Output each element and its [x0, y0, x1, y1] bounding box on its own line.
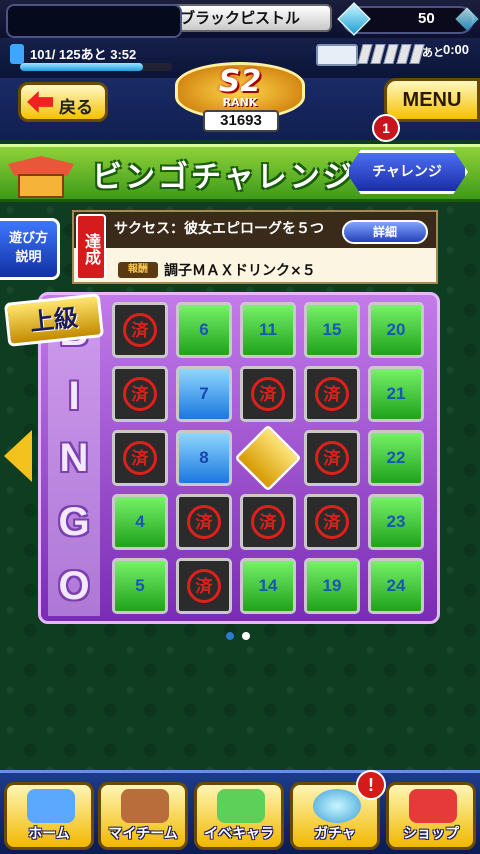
bingo-letter-n: N [59, 436, 89, 480]
completed-stamp-icon: 済 [251, 505, 285, 539]
stamina-bar [20, 63, 172, 71]
bingo-cell-completed[interactable]: 済 [112, 430, 168, 486]
page-dot-active [242, 632, 250, 640]
howto-label-2: 説明 [15, 250, 42, 265]
bingo-cell[interactable]: 7 [176, 366, 232, 422]
bingo-cell-completed[interactable]: 済 [304, 494, 360, 550]
notification-badge: 1 [372, 114, 400, 142]
completed-stamp-icon: 済 [123, 313, 157, 347]
completed-stamp-icon: 済 [187, 505, 221, 539]
reward-tag: 報酬 [118, 262, 158, 278]
stamina-display [6, 4, 182, 38]
bingo-cell[interactable]: 5 [112, 558, 168, 614]
nav-event[interactable]: イベキャラ [194, 782, 284, 850]
bingo-cell-completed[interactable]: 済 [304, 366, 360, 422]
shop-icon [409, 789, 457, 823]
home-icon [27, 789, 75, 823]
completed-stamp-icon: 済 [315, 441, 349, 475]
nav-event-label: イベキャラ [204, 826, 274, 842]
gem-value: 50 [418, 10, 435, 27]
ticket-icon [316, 44, 358, 66]
bingo-cell-completed[interactable]: 済 [304, 430, 360, 486]
achieved-badge: 達成 [76, 214, 106, 280]
shrine-roof [8, 156, 74, 176]
shrine-icon [8, 150, 74, 198]
bingo-cell-completed[interactable]: 済 [176, 558, 232, 614]
bingo-cell-completed[interactable]: 済 [176, 494, 232, 550]
nav-shop-label: ショップ [403, 826, 459, 842]
mission-text: サクセス：彼女エピローグを５つ [114, 221, 324, 237]
bingo-cell[interactable]: 14 [240, 558, 296, 614]
rank-badge[interactable]: S2 RANK 31693 [175, 48, 305, 138]
bingo-cell[interactable]: 23 [368, 494, 424, 550]
page-title: ビンゴチャレンジ [92, 160, 356, 195]
bingo-letter-g: G [58, 500, 90, 544]
stamina-text: 101/ 125あと 3:52 [30, 47, 137, 62]
bingo-cell-completed[interactable]: 済 [112, 366, 168, 422]
detail-button[interactable]: 詳細 [342, 220, 428, 244]
rank-points: 31693 [203, 110, 279, 132]
nav-gacha-label: ガチャ [314, 826, 356, 842]
team-icon [121, 789, 169, 823]
stamina-fill [20, 63, 143, 71]
bingo-cell[interactable]: 22 [368, 430, 424, 486]
nav-home-label: ホーム [28, 826, 70, 842]
nav-team-label: マイチーム [108, 826, 178, 842]
nav-team[interactable]: マイチーム [98, 782, 188, 850]
bingo-cell[interactable]: 19 [304, 558, 360, 614]
bingo-cell-completed[interactable]: 済 [240, 494, 296, 550]
menu-button[interactable]: MENU [384, 78, 480, 122]
bingo-cell[interactable]: 15 [304, 302, 360, 358]
completed-stamp-icon: 済 [123, 377, 157, 411]
bingo-cell[interactable]: 6 [176, 302, 232, 358]
rank-letter: S2 [218, 64, 262, 99]
completed-stamp-icon: 済 [315, 505, 349, 539]
event-character-icon [217, 789, 265, 823]
challenge-button[interactable]: チャレンジ [346, 150, 468, 194]
bingo-letter-o: O [58, 564, 90, 608]
bingo-letter-i: I [68, 374, 80, 418]
completed-stamp-icon: 済 [123, 441, 157, 475]
completed-stamp-icon: 済 [315, 377, 349, 411]
bingo-cell-completed[interactable]: 済 [240, 366, 296, 422]
ticket-gauge [357, 44, 425, 64]
bingo-cell[interactable]: 11 [240, 302, 296, 358]
bingo-cell[interactable]: 24 [368, 558, 424, 614]
back-button[interactable]: 戻る [18, 82, 108, 122]
howto-button[interactable]: 遊び方 説明 [0, 218, 60, 280]
shrine-body [18, 174, 64, 198]
completed-stamp-icon: 済 [187, 569, 221, 603]
bingo-cell-completed[interactable]: 済 [112, 302, 168, 358]
bingo-cell[interactable]: 4 [112, 494, 168, 550]
ticket-time: 0:00 [443, 42, 470, 57]
nav-shop[interactable]: ショップ [386, 782, 476, 850]
page-indicator [226, 632, 250, 640]
ticket-label: あと [422, 46, 444, 59]
rank-word: RANK [222, 96, 258, 109]
gacha-alert-icon: ! [356, 770, 386, 800]
back-label: 戻る [59, 98, 93, 118]
page-dot [226, 632, 234, 640]
bingo-cell[interactable]: 8 [176, 430, 232, 486]
bingo-cell[interactable]: 21 [368, 366, 424, 422]
bingo-cell[interactable]: 20 [368, 302, 424, 358]
stamina-icon [10, 44, 24, 64]
completed-stamp-icon: 済 [251, 377, 285, 411]
nav-home[interactable]: ホーム [4, 782, 94, 850]
reward-text: 調子ＭＡＸドリンク×５ [164, 263, 316, 279]
gacha-icon [313, 789, 361, 823]
back-arrow-icon [27, 91, 53, 113]
prev-page-arrow-icon[interactable] [4, 430, 32, 482]
howto-label-1: 遊び方 [8, 231, 48, 246]
